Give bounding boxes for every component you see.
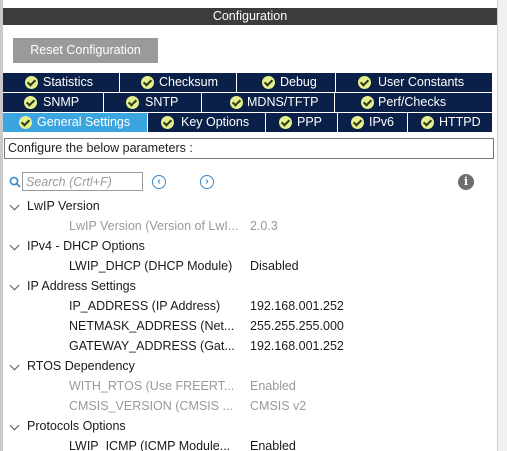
tab-user-constants[interactable]: User Constants bbox=[336, 73, 493, 92]
group-label: IPv4 - DHCP Options bbox=[27, 239, 145, 253]
check-circle-icon bbox=[421, 116, 434, 129]
param-name: LWIP_DHCP (DHCP Module) bbox=[69, 259, 233, 273]
tab-ipv6[interactable]: IPv6 bbox=[338, 113, 408, 132]
tab-label: SNTP bbox=[145, 95, 179, 109]
group-lwip-version[interactable]: LwIP Version bbox=[9, 196, 100, 216]
check-circle-icon bbox=[25, 76, 38, 89]
tab-general-settings[interactable]: General Settings bbox=[3, 113, 148, 132]
check-circle-icon bbox=[24, 96, 37, 109]
check-circle-icon bbox=[126, 96, 139, 109]
tab-debug[interactable]: Debug bbox=[237, 73, 336, 92]
chevron-down-icon[interactable] bbox=[9, 240, 20, 251]
check-circle-icon bbox=[351, 116, 364, 129]
info-icon[interactable]: i bbox=[458, 174, 474, 190]
check-circle-icon bbox=[161, 116, 174, 129]
group-label: Protocols Options bbox=[27, 419, 126, 433]
tab-label: Statistics bbox=[43, 75, 94, 89]
param-name: LWIP_ICMP (ICMP Module... bbox=[69, 439, 231, 451]
group-label: IP Address Settings bbox=[27, 279, 136, 293]
param-value: 192.168.001.252 bbox=[250, 339, 344, 353]
panel-left-border bbox=[0, 0, 3, 451]
param-row[interactable]: LWIP_DHCP (DHCP Module) Disabled bbox=[69, 256, 299, 276]
chevron-down-icon[interactable] bbox=[9, 280, 20, 291]
tab-label: General Settings bbox=[37, 115, 131, 129]
tab-ppp[interactable]: PPP bbox=[266, 113, 338, 132]
search-icon bbox=[9, 176, 21, 188]
check-circle-icon bbox=[279, 116, 292, 129]
tab-httpd[interactable]: HTTPD bbox=[408, 113, 493, 132]
param-row[interactable]: CMSIS_VERSION (CMSIS ... CMSIS v2 bbox=[69, 396, 306, 416]
check-circle-icon bbox=[141, 76, 154, 89]
param-value: 255.255.255.000 bbox=[250, 319, 344, 333]
param-row[interactable]: WITH_RTOS (Use FREERT... Enabled bbox=[69, 376, 296, 396]
param-row[interactable]: GATEWAY_ADDRESS (Gat... 192.168.001.252 bbox=[69, 336, 344, 356]
param-value: Enabled bbox=[250, 379, 296, 393]
tab-snmp[interactable]: SNMP bbox=[3, 93, 104, 112]
tab-label: Debug bbox=[280, 75, 317, 89]
chevron-right-circle-icon[interactable]: › bbox=[200, 175, 214, 189]
tab-label: PPP bbox=[297, 115, 323, 129]
param-row[interactable]: NETMASK_ADDRESS (Net... 255.255.255.000 bbox=[69, 316, 344, 336]
panel-title: Configuration bbox=[3, 8, 497, 25]
tab-mdns-tftp[interactable]: MDNS/TFTP bbox=[202, 93, 335, 112]
param-name: NETMASK_ADDRESS (Net... bbox=[69, 319, 235, 333]
chevron-down-icon[interactable] bbox=[9, 360, 20, 371]
group-rtos-dependency[interactable]: RTOS Dependency bbox=[9, 356, 135, 376]
check-circle-icon bbox=[262, 76, 275, 89]
tab-label: User Constants bbox=[378, 75, 465, 89]
param-value: 2.0.3 bbox=[250, 219, 278, 233]
search-input[interactable] bbox=[22, 172, 143, 191]
tab-label: IPv6 bbox=[369, 115, 395, 129]
param-row[interactable]: LwIP Version (Version of LwI... 2.0.3 bbox=[69, 216, 278, 236]
param-name: CMSIS_VERSION (CMSIS ... bbox=[69, 399, 233, 413]
param-value: 192.168.001.252 bbox=[250, 299, 344, 313]
param-name: LwIP Version (Version of LwI... bbox=[69, 219, 239, 233]
chevron-down-icon[interactable] bbox=[9, 420, 20, 431]
tab-checksum[interactable]: Checksum bbox=[120, 73, 237, 92]
tab-sntp[interactable]: SNTP bbox=[104, 93, 202, 112]
chevron-down-icon[interactable] bbox=[9, 200, 20, 211]
group-ipv4-dhcp-options[interactable]: IPv4 - DHCP Options bbox=[9, 236, 145, 256]
group-ip-address-settings[interactable]: IP Address Settings bbox=[9, 276, 136, 296]
tab-label: MDNS/TFTP bbox=[247, 95, 319, 109]
param-row[interactable]: LWIP_ICMP (ICMP Module... Enabled bbox=[69, 436, 296, 451]
param-name: IP_ADDRESS (IP Address) bbox=[69, 299, 221, 313]
tab-label: Perf/Checks bbox=[378, 95, 447, 109]
check-circle-icon bbox=[19, 116, 32, 129]
param-value: Enabled bbox=[250, 439, 296, 451]
param-value: Disabled bbox=[250, 259, 299, 273]
tab-statistics[interactable]: Statistics bbox=[3, 73, 120, 92]
check-circle-icon bbox=[230, 96, 243, 109]
configuration-panel: Configuration Reset Configuration Statis… bbox=[0, 0, 507, 451]
vertical-scrollbar[interactable] bbox=[497, 0, 507, 451]
chevron-left-circle-icon[interactable]: ‹ bbox=[152, 175, 166, 189]
tab-perf-checks[interactable]: Perf/Checks bbox=[335, 93, 493, 112]
group-protocols-options[interactable]: Protocols Options bbox=[9, 416, 126, 436]
check-circle-icon bbox=[361, 96, 374, 109]
tab-label: Key Options bbox=[181, 115, 250, 129]
tab-key-options[interactable]: Key Options bbox=[148, 113, 266, 132]
tab-label: SNMP bbox=[43, 95, 80, 109]
tab-label: Checksum bbox=[159, 75, 219, 89]
param-name: WITH_RTOS (Use FREERT... bbox=[69, 379, 235, 393]
tab-label: HTTPD bbox=[439, 115, 481, 129]
param-row[interactable]: IP_ADDRESS (IP Address) 192.168.001.252 bbox=[69, 296, 344, 316]
param-name: GATEWAY_ADDRESS (Gat... bbox=[69, 339, 235, 353]
check-circle-icon bbox=[358, 76, 371, 89]
group-label: LwIP Version bbox=[27, 199, 100, 213]
group-label: RTOS Dependency bbox=[27, 359, 135, 373]
param-value: CMSIS v2 bbox=[250, 399, 307, 413]
search-bar: ‹ › i bbox=[9, 171, 489, 193]
parameters-description: Configure the below parameters : bbox=[4, 138, 494, 159]
reset-configuration-button[interactable]: Reset Configuration bbox=[13, 38, 158, 63]
